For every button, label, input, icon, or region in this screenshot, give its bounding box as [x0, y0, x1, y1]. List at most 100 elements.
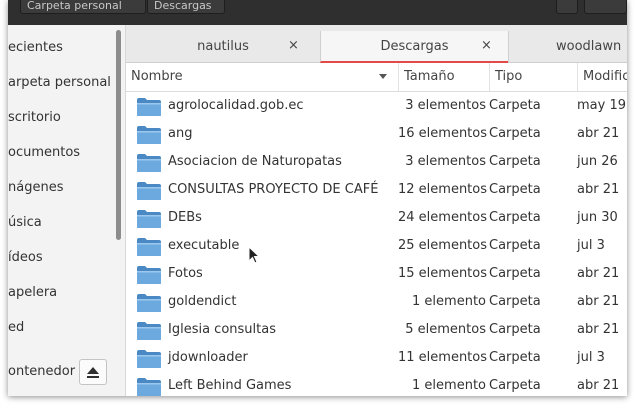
tab-label: woodlawn	[556, 39, 622, 54]
sidebar-item-desktop[interactable]: scritorio	[8, 110, 61, 125]
mouse-cursor-icon	[248, 246, 260, 264]
file-modified: abr 21	[577, 294, 620, 309]
file-list: agrolocalidad.gob.ec 3 elementos Carpeta…	[126, 92, 627, 396]
column-header: Nombre Tamaño Tipo Modifica	[126, 63, 627, 92]
file-size: 5 elementos	[405, 322, 486, 337]
file-size: 3 elementos	[405, 98, 486, 113]
folder-icon	[137, 98, 161, 116]
file-name: CONSULTAS PROYECTO DE CAFÉ	[168, 182, 379, 197]
file-size: 11 elementos	[398, 350, 488, 365]
folder-icon	[137, 154, 161, 172]
sidebar-item-network[interactable]: ed	[8, 320, 24, 335]
folder-icon	[137, 378, 161, 396]
file-name: Asociacion de Naturopatas	[168, 154, 342, 169]
file-name: Iglesia consultas	[168, 322, 276, 337]
column-name[interactable]: Nombre	[126, 63, 398, 91]
folder-icon	[137, 350, 161, 368]
tab-woodlawn[interactable]: woodlawn	[508, 31, 627, 63]
file-row[interactable]: jdownloader 11 elementos Carpeta jul 3	[126, 344, 627, 372]
file-modified: abr 21	[577, 126, 620, 141]
column-size[interactable]: Tamaño	[399, 63, 489, 91]
file-modified: jun 30	[577, 210, 618, 225]
sidebar-item-documents[interactable]: ocumentos	[8, 145, 80, 160]
folder-icon	[137, 294, 161, 312]
file-type: Carpeta	[489, 210, 541, 225]
path-button-home[interactable]: Carpeta personal	[20, 0, 146, 14]
close-icon[interactable]: ×	[481, 38, 492, 53]
path-button-downloads[interactable]: Descargas	[147, 0, 225, 14]
file-size: 25 elementos	[398, 238, 488, 253]
folder-icon	[137, 266, 161, 284]
eject-icon	[87, 366, 99, 378]
column-type[interactable]: Tipo	[490, 63, 577, 91]
file-size: 24 elementos	[398, 210, 488, 225]
tab-bar: nautilus × Descargas × woodlawn	[126, 25, 627, 63]
folder-icon	[137, 322, 161, 340]
file-modified: abr 21	[577, 378, 620, 393]
sort-arrow-icon	[379, 74, 387, 79]
file-row[interactable]: ang 16 elementos Carpeta abr 21	[126, 120, 627, 148]
path-button-label: Descargas	[154, 0, 212, 12]
file-type: Carpeta	[489, 294, 541, 309]
file-name: DEBs	[168, 210, 202, 225]
column-type-label: Tipo	[495, 69, 523, 84]
sidebar-scrollbar[interactable]	[116, 30, 121, 240]
eject-button[interactable]	[79, 359, 107, 385]
file-size: 1 elemento	[412, 378, 486, 393]
sidebar-item-videos[interactable]: ídeos	[8, 250, 43, 265]
tab-nautilus[interactable]: nautilus ×	[126, 31, 320, 63]
file-row[interactable]: agrolocalidad.gob.ec 3 elementos Carpeta…	[126, 92, 627, 120]
file-name: Fotos	[168, 266, 203, 281]
file-name: agrolocalidad.gob.ec	[168, 98, 304, 113]
file-type: Carpeta	[489, 322, 541, 337]
tab-descargas[interactable]: Descargas ×	[320, 31, 508, 63]
file-row[interactable]: CONSULTAS PROYECTO DE CAFÉ 12 elementos …	[126, 176, 627, 204]
sidebar-item-music[interactable]: úsica	[8, 215, 42, 230]
file-size: 15 elementos	[398, 266, 488, 281]
column-modified[interactable]: Modifica	[578, 63, 627, 91]
sidebar-item-container[interactable]: ontenedor	[8, 364, 75, 379]
file-row[interactable]: Fotos 15 elementos Carpeta abr 21	[126, 260, 627, 288]
file-row[interactable]: Iglesia consultas 5 elementos Carpeta ab…	[126, 316, 627, 344]
file-type: Carpeta	[489, 154, 541, 169]
header-bar: Carpeta personal Descargas	[8, 0, 627, 25]
file-type: Carpeta	[489, 182, 541, 197]
file-size: 1 elemento	[412, 294, 486, 309]
file-size: 3 elementos	[405, 154, 486, 169]
file-name: Left Behind Games	[168, 378, 292, 393]
file-size: 12 elementos	[398, 182, 488, 197]
file-name: ang	[168, 126, 193, 141]
sidebar: ecientes arpeta personal scritorio ocume…	[8, 25, 126, 396]
file-name: jdownloader	[168, 350, 248, 365]
search-button[interactable]	[556, 0, 578, 14]
file-modified: jul 3	[577, 238, 605, 253]
sidebar-item-trash[interactable]: apelera	[8, 285, 57, 300]
sidebar-item-recents[interactable]: ecientes	[8, 40, 63, 55]
column-name-label: Nombre	[131, 69, 183, 84]
file-type: Carpeta	[489, 126, 541, 141]
file-row[interactable]: Asociacion de Naturopatas 3 elementos Ca…	[126, 148, 627, 176]
file-name: goldendict	[168, 294, 237, 309]
file-type: Carpeta	[489, 378, 541, 393]
file-row[interactable]: DEBs 24 elementos Carpeta jun 30	[126, 204, 627, 232]
folder-icon	[137, 238, 161, 256]
file-modified: abr 21	[577, 322, 620, 337]
file-manager-window: Carpeta personal Descargas ecientes arpe…	[8, 0, 627, 396]
file-type: Carpeta	[489, 98, 541, 113]
file-row[interactable]: goldendict 1 elemento Carpeta abr 21	[126, 288, 627, 316]
close-icon[interactable]: ×	[288, 38, 299, 53]
sidebar-item-pictures[interactable]: nágenes	[8, 180, 63, 195]
file-modified: may 19	[577, 98, 626, 113]
folder-icon	[137, 210, 161, 228]
file-type: Carpeta	[489, 266, 541, 281]
column-modified-label: Modifica	[583, 69, 627, 84]
file-row[interactable]: Left Behind Games 1 elemento Carpeta abr…	[126, 372, 627, 396]
file-type: Carpeta	[489, 238, 541, 253]
file-size: 16 elementos	[398, 126, 488, 141]
column-size-label: Tamaño	[404, 69, 455, 84]
sidebar-item-home[interactable]: arpeta personal	[8, 75, 111, 90]
file-row[interactable]: executable 25 elementos Carpeta jul 3	[126, 232, 627, 260]
view-options-button[interactable]	[584, 0, 627, 14]
tab-label: Descargas	[380, 39, 449, 54]
file-modified: jun 26	[577, 154, 618, 169]
